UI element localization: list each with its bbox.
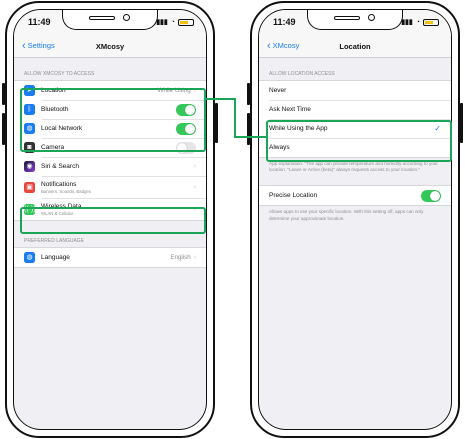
row-precise-location: Precise Location — [259, 186, 451, 205]
option-never[interactable]: Never — [259, 81, 451, 100]
row-label: Siri & Search — [41, 163, 79, 170]
row-label: Precise Location — [269, 192, 318, 200]
signal-icon: ▮▮▮ — [401, 19, 413, 26]
section-header: ALLOW XMCOSY TO ACCESS — [24, 71, 95, 77]
highlight-right-options — [266, 120, 452, 162]
row-label: Language — [41, 254, 70, 261]
row-language[interactable]: ◍ Language English › — [14, 248, 206, 267]
nav-bar: ‹ XMcosy Location — [259, 36, 451, 58]
row-label: Notifications Banners, Sounds, Badges — [41, 181, 194, 194]
camera-dot — [123, 14, 130, 21]
precise-note: Allows apps to use your specific locatio… — [269, 209, 424, 221]
section-header: PREFERRED LANGUAGE — [24, 238, 85, 244]
side-button — [460, 103, 463, 143]
status-time: 11:49 — [273, 17, 296, 27]
battery-icon — [423, 18, 439, 26]
side-button — [2, 113, 5, 145]
bell-icon: ▣ — [24, 181, 35, 193]
page-title: Location — [339, 42, 371, 51]
status-icons: ▮▮▮ ◔ — [401, 18, 439, 26]
highlight-left-wireless — [20, 207, 206, 234]
battery-icon — [178, 18, 194, 26]
row-siri[interactable]: ◉ Siri & Search › — [14, 157, 206, 176]
connector-line — [234, 136, 266, 139]
chevron-right-icon: › — [193, 163, 196, 170]
globe-icon: ◍ — [24, 252, 35, 263]
right-screen: 11:49 ▮▮▮ ◔ ‹ XMcosy Location ALLOW LOCAT… — [258, 9, 452, 430]
speaker-grill — [334, 16, 360, 20]
side-button — [2, 83, 5, 105]
status-icons: ▮▮▮ ◔ — [156, 18, 194, 26]
notch — [307, 10, 403, 30]
page-title: XMcosy — [95, 42, 125, 51]
connector-line — [206, 98, 236, 101]
camera-dot — [368, 14, 375, 21]
row-title: Notifications — [41, 180, 77, 188]
wifi-icon: ◔ — [415, 18, 420, 26]
speaker-grill — [89, 16, 115, 20]
side-button — [247, 83, 250, 105]
row-subtitle: Banners, Sounds, Badges — [41, 188, 91, 194]
nav-bar: ‹ Settings XMcosy — [14, 36, 206, 58]
connector-line — [234, 98, 237, 138]
signal-icon: ▮▮▮ — [156, 19, 168, 26]
precise-group: Precise Location — [259, 185, 451, 207]
right-phone-frame: 11:49 ▮▮▮ ◔ ‹ XMcosy Location ALLOW LOCAT… — [247, 1, 463, 438]
row-notifications[interactable]: ▣ Notifications Banners, Sounds, Badges › — [14, 176, 206, 198]
option-ask-next-time[interactable]: Ask Next Time — [259, 100, 451, 119]
chevron-right-icon: › — [193, 254, 196, 261]
wifi-icon: ◔ — [170, 18, 175, 26]
siri-icon: ◉ — [24, 161, 35, 172]
chevron-right-icon: › — [193, 183, 196, 191]
row-value: English — [170, 254, 191, 261]
language-group: ◍ Language English › — [14, 247, 206, 268]
notch — [62, 10, 158, 30]
section-header: ALLOW LOCATION ACCESS — [269, 71, 335, 77]
option-label: Ask Next Time — [269, 106, 311, 113]
option-label: Never — [269, 87, 287, 94]
highlight-left-permissions — [20, 88, 206, 152]
side-button — [247, 113, 250, 145]
precise-location-toggle[interactable] — [421, 189, 441, 202]
status-time: 11:49 — [28, 17, 51, 27]
side-button — [215, 103, 218, 143]
